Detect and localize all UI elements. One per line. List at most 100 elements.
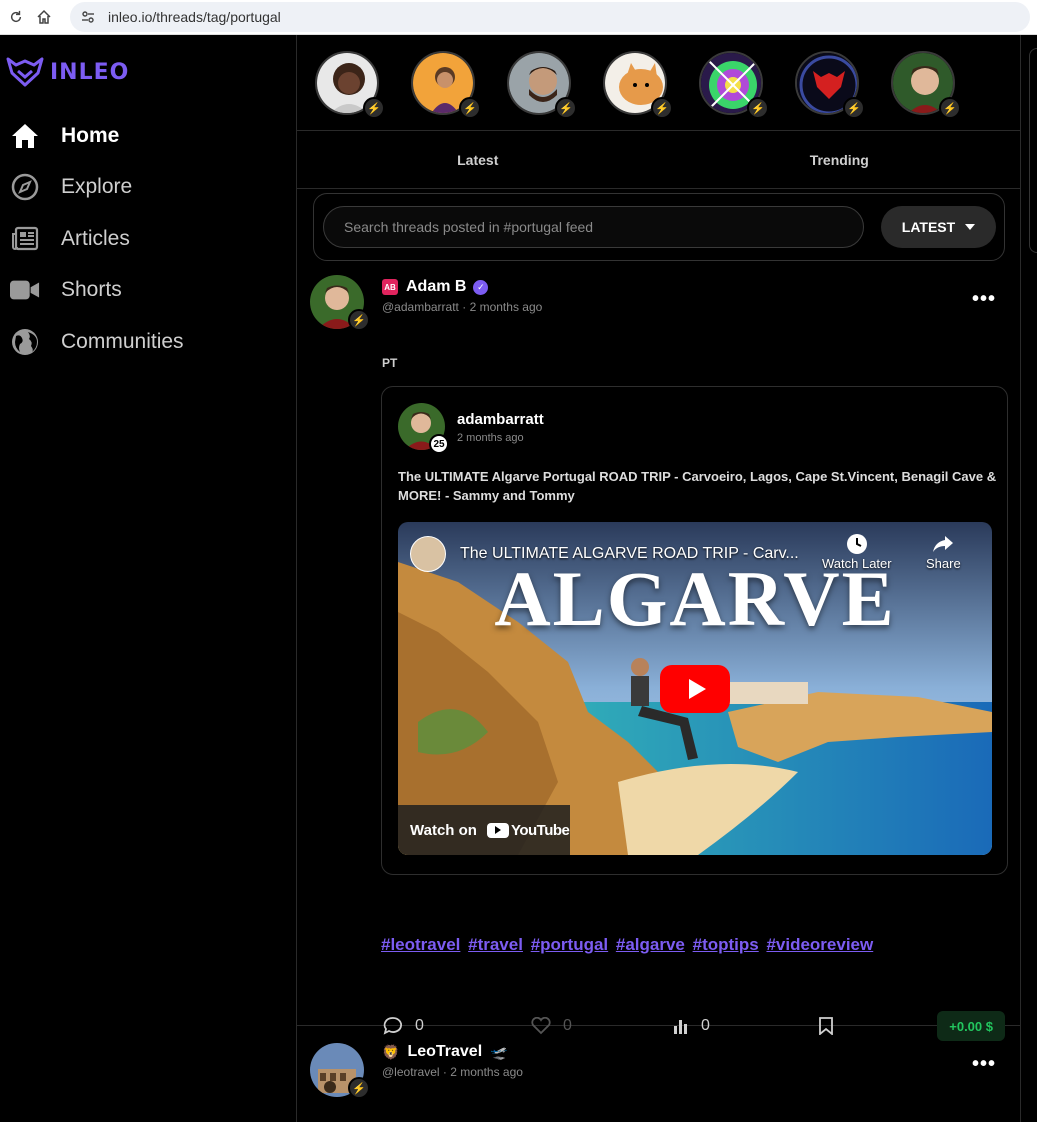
story-avatar[interactable]: ⚡ xyxy=(507,51,577,119)
url-text: inleo.io/threads/tag/portugal xyxy=(108,9,281,25)
stories-bar: ⚡ ⚡ ⚡ ⚡ ⚡ ⚡ ⚡ xyxy=(297,35,1020,131)
newspaper-icon xyxy=(10,224,40,254)
post-header: 🦁 LeoTravel 🛫 @leotravel · 2 months ago xyxy=(382,1043,523,1079)
sidebar-item-articles[interactable]: Articles xyxy=(10,213,184,265)
embed-author-name[interactable]: adambarratt xyxy=(457,411,544,428)
embed-title: The ULTIMATE Algarve Portugal ROAD TRIP … xyxy=(398,469,997,503)
sort-label: LATEST xyxy=(901,219,956,235)
story-avatar[interactable]: ⚡ xyxy=(795,51,865,119)
home-browser-icon[interactable] xyxy=(32,5,56,29)
sidebar-nav: Home Explore Articles Shorts Communities xyxy=(10,110,184,368)
play-button[interactable] xyxy=(660,665,730,713)
reputation-badge: 25 xyxy=(429,434,449,454)
compass-icon xyxy=(10,172,40,202)
play-icon xyxy=(688,679,706,699)
watch-later-button[interactable]: Watch Later xyxy=(822,532,892,571)
tag-link[interactable]: #leotravel xyxy=(381,935,460,954)
sidebar-item-label: Shorts xyxy=(61,278,122,302)
story-avatar[interactable]: ⚡ xyxy=(699,51,769,119)
thread-post: ⚡ 🦁 LeoTravel 🛫 @leotravel · 2 months ag… xyxy=(297,1027,1020,1122)
share-arrow-icon xyxy=(933,536,954,552)
story-avatar[interactable]: ⚡ xyxy=(411,51,481,119)
watch-on-label: Watch on xyxy=(410,821,477,839)
lightning-icon: ⚡ xyxy=(555,97,577,119)
story-avatar[interactable]: ⚡ xyxy=(603,51,673,119)
post-tags: #leotravel #travel #portugal #algarve #t… xyxy=(381,935,876,955)
youtube-logo-icon: YouTube xyxy=(486,821,570,839)
post-meta: @adambarratt · 2 months ago xyxy=(382,300,542,314)
video-camera-icon xyxy=(10,275,40,305)
lightning-icon: ⚡ xyxy=(843,97,865,119)
youtube-video-player[interactable]: ALGARVE The ULTIMATE ALGARVE ROAD TRIP -… xyxy=(398,522,992,855)
lion-emoji-icon: 🦁 xyxy=(382,1043,400,1060)
sidebar-item-shorts[interactable]: Shorts xyxy=(10,265,184,317)
story-avatar[interactable]: ⚡ xyxy=(315,51,385,119)
site-settings-icon[interactable] xyxy=(80,8,98,26)
embedded-post[interactable]: 25 adambarratt 2 months ago The ULTIMATE… xyxy=(381,386,1008,875)
tag-link[interactable]: #videoreview xyxy=(766,935,873,954)
tab-trending[interactable]: Trending xyxy=(659,132,1021,188)
sidebar-item-label: Articles xyxy=(61,226,130,250)
sort-dropdown[interactable]: LATEST xyxy=(881,206,996,248)
logo-text: INLEO xyxy=(50,59,130,85)
post-meta: @leotravel · 2 months ago xyxy=(382,1065,523,1079)
lightning-icon: ⚡ xyxy=(651,97,673,119)
lion-logo-icon xyxy=(6,57,44,87)
search-input[interactable] xyxy=(323,206,864,248)
sidebar-item-label: Explore xyxy=(61,175,133,199)
embed-author-avatar[interactable]: 25 xyxy=(398,403,449,454)
story-avatar[interactable]: ⚡ xyxy=(891,51,961,119)
more-options-icon[interactable]: ••• xyxy=(972,1053,996,1076)
sidebar-item-label: Home xyxy=(61,123,120,147)
author-name[interactable]: LeoTravel xyxy=(407,1043,482,1061)
post-time: 2 months ago xyxy=(469,300,543,314)
thread-post: ⚡ AB Adam B ✓ @adambarratt · 2 months ag… xyxy=(297,266,1020,1041)
lightning-icon: ⚡ xyxy=(747,97,769,119)
airplane-emoji-icon: 🛫 xyxy=(490,1043,508,1060)
author-handle[interactable]: @adambarratt xyxy=(382,300,459,314)
sidebar-item-home[interactable]: Home xyxy=(10,110,184,162)
lightning-icon: ⚡ xyxy=(348,309,370,331)
sidebar-item-explore[interactable]: Explore xyxy=(10,162,184,214)
post-header: AB Adam B ✓ @adambarratt · 2 months ago xyxy=(382,278,542,314)
lightning-icon: ⚡ xyxy=(939,97,961,119)
author-handle[interactable]: @leotravel xyxy=(382,1065,440,1079)
channel-avatar[interactable] xyxy=(410,536,446,572)
video-top-bar: The ULTIMATE ALGARVE ROAD TRIP - Carv... xyxy=(410,534,980,574)
youtube-wordmark: YouTube xyxy=(510,821,570,839)
tag-link[interactable]: #portugal xyxy=(531,935,608,954)
verified-icon: ✓ xyxy=(473,279,489,295)
lightning-icon: ⚡ xyxy=(363,97,385,119)
embed-time: 2 months ago xyxy=(457,432,524,444)
tab-latest[interactable]: Latest xyxy=(297,132,659,188)
right-panel-edge xyxy=(1029,48,1037,253)
meta-separator: · xyxy=(442,1065,447,1079)
home-icon xyxy=(10,121,40,151)
watch-on-youtube-button[interactable]: Watch on YouTube xyxy=(398,805,570,855)
sidebar-item-label: Communities xyxy=(61,329,184,353)
browser-address-bar: inleo.io/threads/tag/portugal xyxy=(0,0,1037,35)
ab-badge-icon: AB xyxy=(382,279,398,295)
more-options-icon[interactable]: ••• xyxy=(972,288,996,311)
author-avatar[interactable]: ⚡ xyxy=(310,1043,370,1099)
reload-icon[interactable] xyxy=(4,5,28,29)
tag-link[interactable]: #algarve xyxy=(616,935,685,954)
post-text: PT xyxy=(382,356,398,370)
video-title[interactable]: The ULTIMATE ALGARVE ROAD TRIP - Carv... xyxy=(460,545,825,563)
inleo-logo[interactable]: INLEO xyxy=(6,57,129,87)
tag-link[interactable]: #toptips xyxy=(693,935,759,954)
share-label: Share xyxy=(926,556,961,571)
main-feed: ⚡ ⚡ ⚡ ⚡ ⚡ ⚡ ⚡ Latest Trending Search thr… xyxy=(296,35,1021,1122)
globe-icon xyxy=(10,327,40,357)
search-bar: LATEST xyxy=(313,193,1005,261)
sidebar-item-communities[interactable]: Communities xyxy=(10,316,184,368)
lightning-icon: ⚡ xyxy=(348,1077,370,1099)
caret-down-icon xyxy=(965,224,976,230)
lightning-icon: ⚡ xyxy=(459,97,481,119)
author-avatar[interactable]: ⚡ xyxy=(310,275,370,331)
url-field[interactable]: inleo.io/threads/tag/portugal xyxy=(70,2,1030,32)
tag-link[interactable]: #travel xyxy=(468,935,523,954)
meta-separator: · xyxy=(462,300,467,314)
author-name[interactable]: Adam B xyxy=(406,278,466,296)
share-button[interactable]: Share xyxy=(926,532,961,571)
